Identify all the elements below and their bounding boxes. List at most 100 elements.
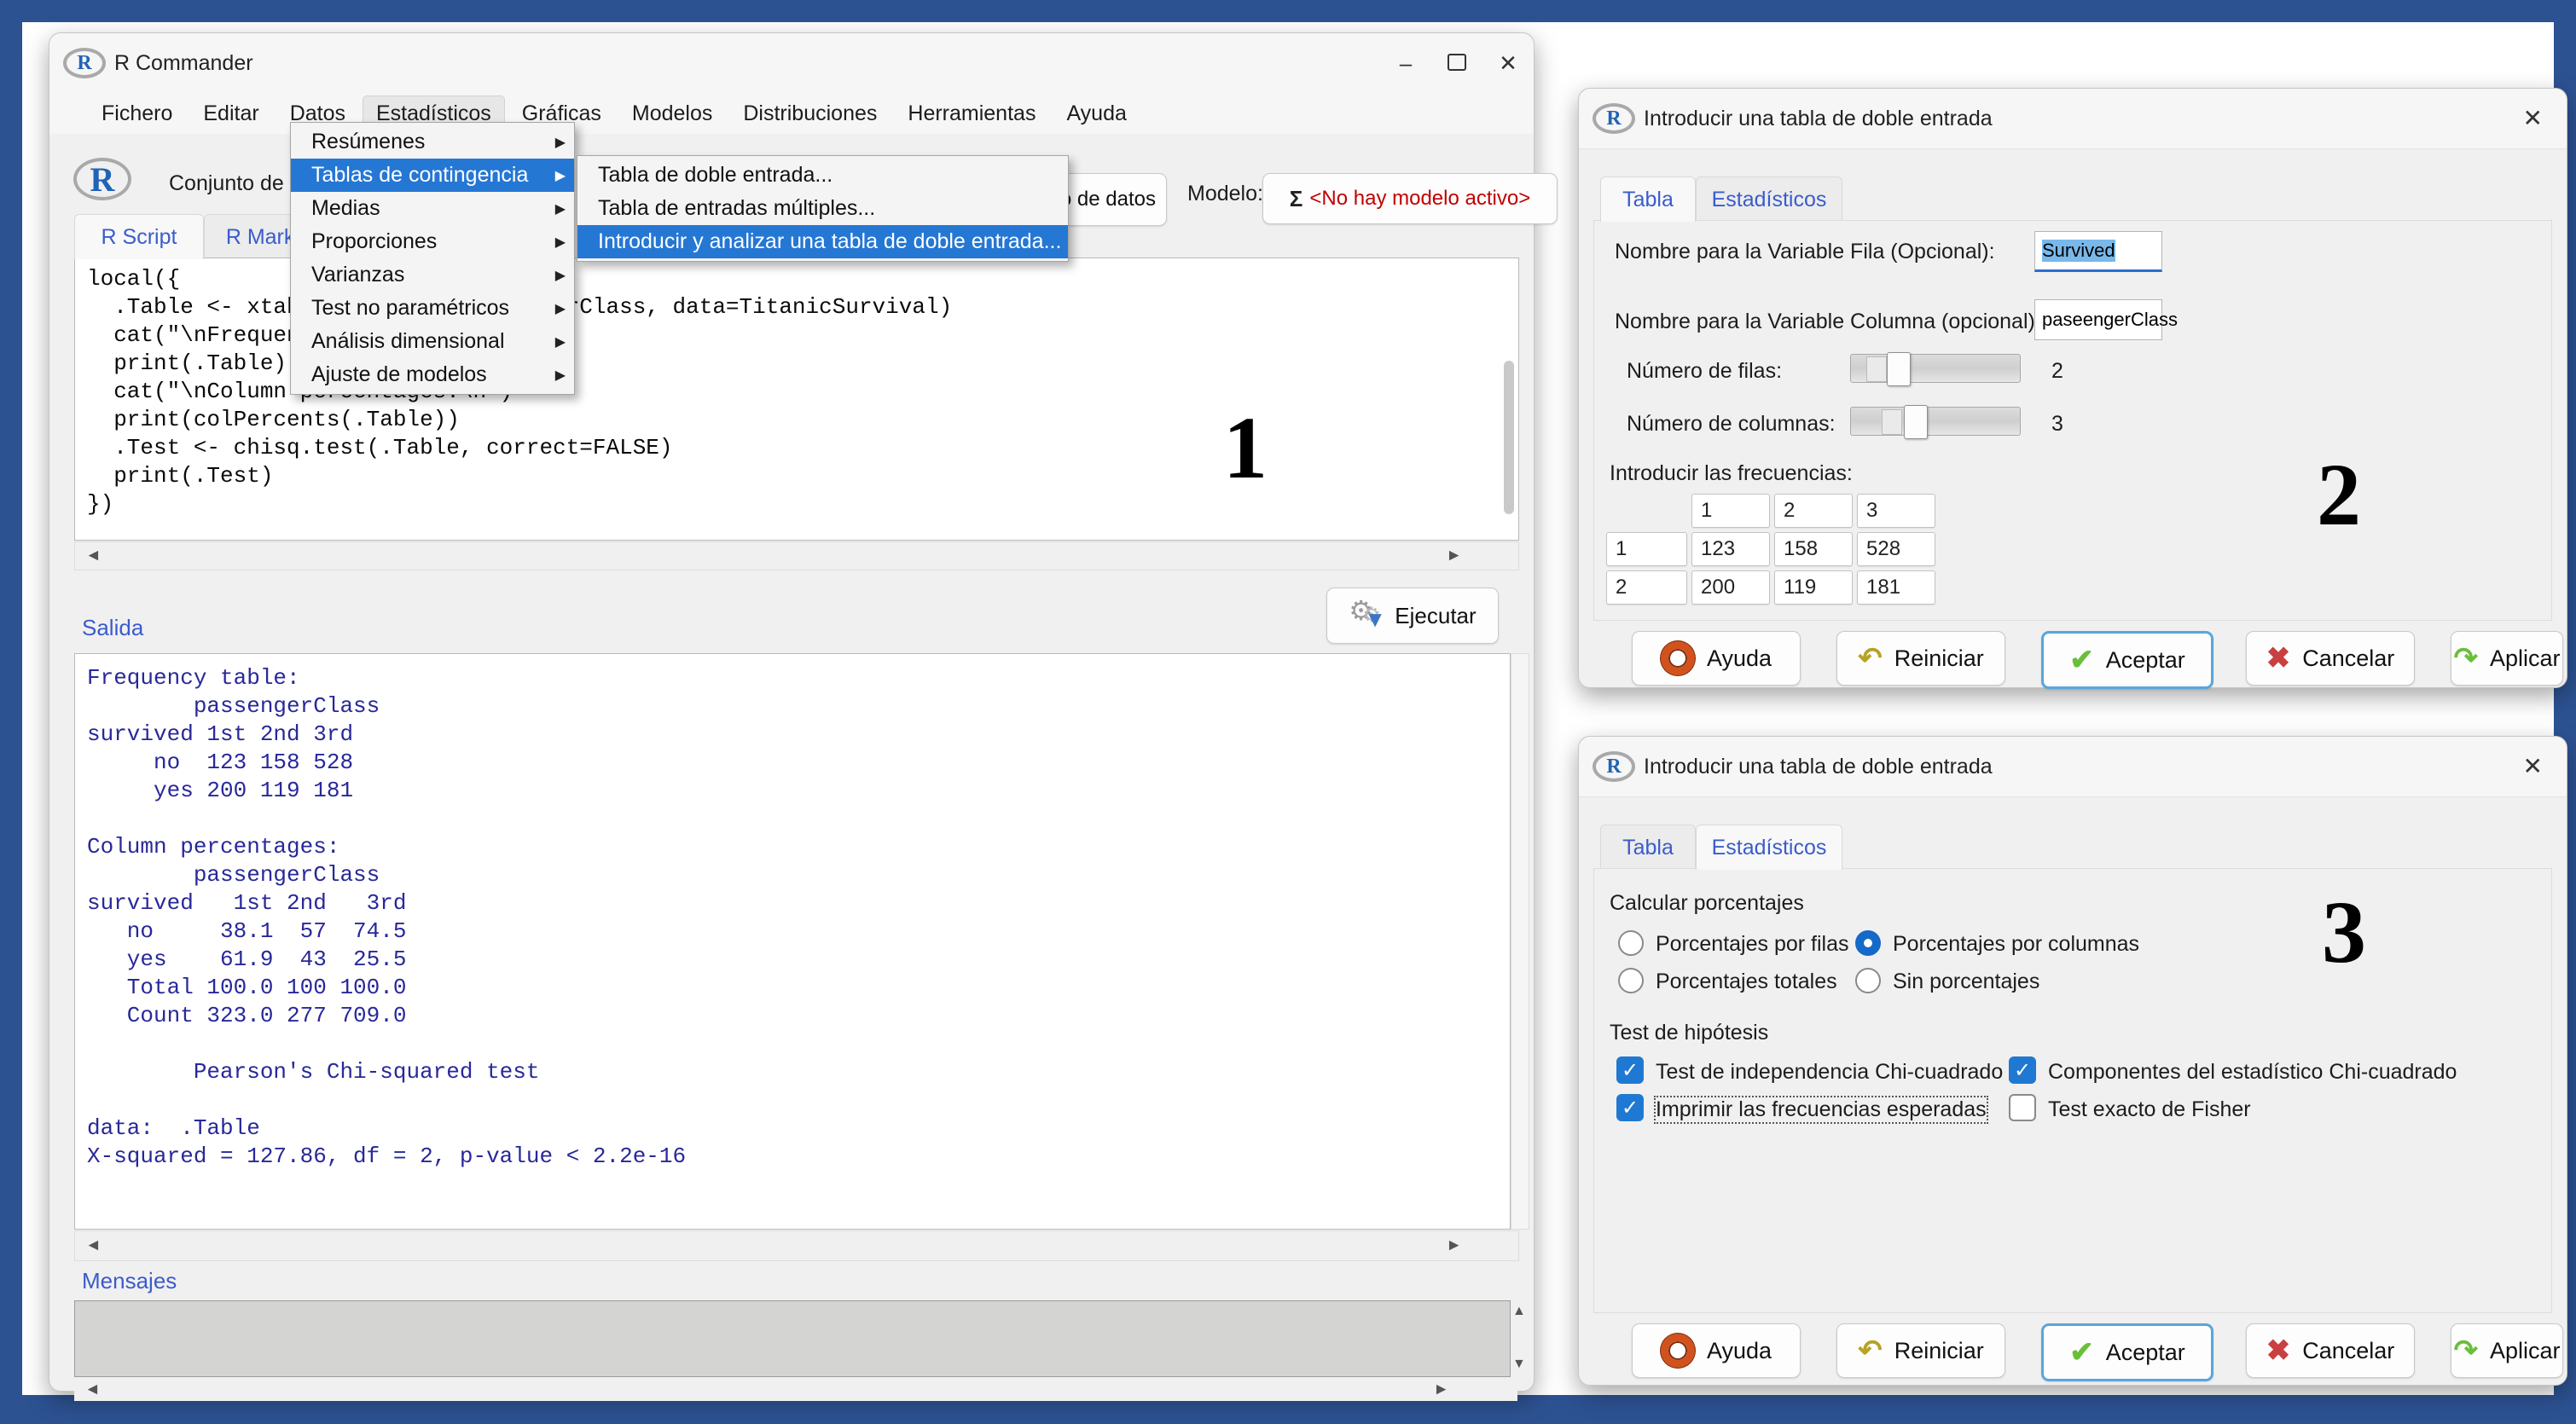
cols-count-value: 3: [2051, 412, 2063, 437]
annotation-3: 3: [2322, 882, 2366, 983]
submenu-arrow-icon: ▶: [555, 367, 566, 384]
menu-herramientas[interactable]: Herramientas: [895, 96, 1048, 131]
grid-cell[interactable]: 158: [1774, 532, 1853, 566]
scroll-right-icon[interactable]: ►: [1446, 547, 1462, 565]
menu-item-proporciones[interactable]: Proporciones▶: [291, 225, 574, 258]
slider-thumb[interactable]: [1887, 352, 1911, 386]
menu-editar[interactable]: Editar: [190, 96, 271, 131]
submenu-arrow-icon: ▶: [555, 333, 566, 350]
r-logo-icon: R: [63, 48, 106, 78]
grid-cell[interactable]: 200: [1691, 570, 1770, 605]
output-section-label: Salida: [82, 615, 143, 641]
column-variable-input[interactable]: paseengerClass: [2034, 299, 2162, 340]
tablas-contingencia-submenu: Tabla de doble entrada... Tabla de entra…: [577, 155, 1069, 262]
reset-button[interactable]: ↶ Reiniciar: [1836, 631, 2005, 686]
radio-sin-porcentajes[interactable]: [1855, 968, 1881, 993]
submenu-item-tabla-entradas-multiples[interactable]: Tabla de entradas múltiples...: [577, 192, 1068, 225]
menu-fichero[interactable]: Fichero: [89, 96, 185, 131]
checkbox-chi-cuadrado[interactable]: ✓: [1616, 1056, 1644, 1084]
scroll-left-icon[interactable]: ◄: [84, 1381, 101, 1399]
menu-item-varianzas[interactable]: Varianzas▶: [291, 258, 574, 292]
apply-button[interactable]: ↷ Aplicar: [2451, 1323, 2563, 1378]
submenu-arrow-icon: ▶: [555, 234, 566, 251]
output-hscrollbar[interactable]: ◄ ►: [74, 1230, 1519, 1261]
menu-item-analisis-dimensional[interactable]: Análisis dimensional▶: [291, 325, 574, 358]
checkbox-frecuencias-esperadas[interactable]: ✓: [1616, 1094, 1644, 1121]
row-variable-input[interactable]: Survived: [2034, 231, 2162, 272]
title-bar: R R Commander – ✕: [49, 33, 1534, 94]
ok-button[interactable]: ✔ Aceptar: [2041, 1323, 2213, 1381]
script-hscrollbar[interactable]: ◄ ►: [74, 541, 1519, 570]
tab-estadisticos[interactable]: Estadísticos: [1696, 825, 1842, 870]
slider-thumb[interactable]: [1904, 405, 1928, 439]
radio-porcentajes-columnas[interactable]: [1855, 930, 1881, 956]
scroll-left-icon[interactable]: ◄: [85, 547, 102, 565]
menu-item-medias[interactable]: Medias▶: [291, 192, 574, 225]
grid-cell[interactable]: 181: [1857, 570, 1935, 605]
row-variable-label: Nombre para la Variable Fila (Opcional):: [1615, 240, 1995, 264]
maximize-button[interactable]: [1431, 50, 1482, 77]
model-label: Modelo:: [1187, 182, 1263, 206]
dialog-title: Introducir una tabla de doble entrada: [1644, 755, 1993, 779]
background: R R Commander – ✕ Fichero Editar Datos E…: [22, 22, 2554, 1395]
apply-button[interactable]: ↷ Aplicar: [2451, 631, 2563, 686]
rows-slider[interactable]: [1850, 354, 2021, 383]
scroll-up-icon[interactable]: ▲: [1512, 1304, 1526, 1319]
checkbox-componentes-chi[interactable]: ✓: [2009, 1056, 2036, 1084]
script-vscrollbar-thumb[interactable]: [1504, 361, 1514, 514]
model-button[interactable]: Σ <No hay modelo activo>: [1262, 173, 1558, 224]
estadisticos-panel: Calcular porcentajes Porcentajes por fil…: [1593, 868, 2552, 1313]
output-vscrollbar[interactable]: [1511, 653, 1529, 1230]
close-button[interactable]: ✕: [2523, 104, 2543, 132]
messages-hscrollbar[interactable]: ◄ ►: [74, 1379, 1517, 1401]
submenu-arrow-icon: ▶: [555, 300, 566, 317]
reset-button[interactable]: ↶ Reiniciar: [1836, 1323, 2005, 1378]
radio-porcentajes-filas[interactable]: [1618, 930, 1644, 956]
grid-cell[interactable]: 119: [1774, 570, 1853, 605]
menu-modelos[interactable]: Modelos: [619, 96, 726, 131]
grid-cell[interactable]: 528: [1857, 532, 1935, 566]
cancel-button[interactable]: ✖ Cancelar: [2246, 631, 2415, 686]
help-button[interactable]: Ayuda: [1632, 1323, 1801, 1378]
menu-item-tablas-de-contingencia[interactable]: Tablas de contingencia▶: [291, 159, 574, 192]
checkbox-test-fisher[interactable]: [2009, 1094, 2036, 1121]
submenu-arrow-icon: ▶: [555, 167, 566, 184]
cancel-button[interactable]: ✖ Cancelar: [2246, 1323, 2415, 1378]
grid-col-header: 2: [1774, 494, 1853, 528]
menu-item-ajuste-de-modelos[interactable]: Ajuste de modelos▶: [291, 358, 574, 391]
tab-tabla[interactable]: Tabla: [1600, 825, 1696, 870]
grid-cell[interactable]: 123: [1691, 532, 1770, 566]
menu-distribuciones[interactable]: Distribuciones: [730, 96, 890, 131]
messages-vscrollbar[interactable]: ▲ ▼: [1511, 1300, 1529, 1375]
radio-porcentajes-totales[interactable]: [1618, 968, 1644, 993]
tab-r-script[interactable]: R Script: [74, 214, 204, 259]
tab-tabla[interactable]: Tabla: [1600, 177, 1696, 222]
execute-button[interactable]: ⚙⚙▼ Ejecutar: [1326, 588, 1499, 644]
scroll-down-icon[interactable]: ▼: [1512, 1357, 1526, 1372]
life-ring-icon: [1661, 1334, 1695, 1368]
cols-slider[interactable]: [1850, 407, 2021, 436]
undo-arrow-icon: ↶: [1858, 1336, 1883, 1365]
scroll-right-icon[interactable]: ►: [1433, 1381, 1449, 1399]
rows-count-label: Número de filas:: [1627, 359, 1782, 384]
minimize-button[interactable]: –: [1380, 50, 1431, 77]
ok-button[interactable]: ✔ Aceptar: [2041, 631, 2213, 689]
annotation-2: 2: [2317, 444, 2361, 546]
estadisticos-menu: Resúmenes▶ Tablas de contingencia▶ Media…: [290, 122, 575, 395]
close-button[interactable]: ✕: [1482, 50, 1534, 77]
redo-arrow-icon: ↷: [2453, 644, 2478, 673]
grid-row-header: 2: [1606, 570, 1687, 605]
close-button[interactable]: ✕: [2523, 752, 2543, 780]
window-title: R Commander: [114, 51, 253, 76]
menu-item-resumenes[interactable]: Resúmenes▶: [291, 125, 574, 159]
tab-estadisticos[interactable]: Estadísticos: [1696, 177, 1842, 222]
x-icon: ✖: [2266, 1336, 2291, 1365]
submenu-item-tabla-doble-entrada[interactable]: Tabla de doble entrada...: [577, 159, 1068, 192]
submenu-item-introducir-analizar[interactable]: Introducir y analizar una tabla de doble…: [577, 225, 1068, 258]
menu-item-test-no-parametricos[interactable]: Test no paramétricos▶: [291, 292, 574, 325]
dialog-estadisticos-window: R Introducir una tabla de doble entrada …: [1578, 736, 2567, 1386]
scroll-left-icon[interactable]: ◄: [85, 1236, 102, 1255]
help-button[interactable]: Ayuda: [1632, 631, 1801, 686]
menu-ayuda[interactable]: Ayuda: [1053, 96, 1139, 131]
scroll-right-icon[interactable]: ►: [1446, 1236, 1462, 1255]
